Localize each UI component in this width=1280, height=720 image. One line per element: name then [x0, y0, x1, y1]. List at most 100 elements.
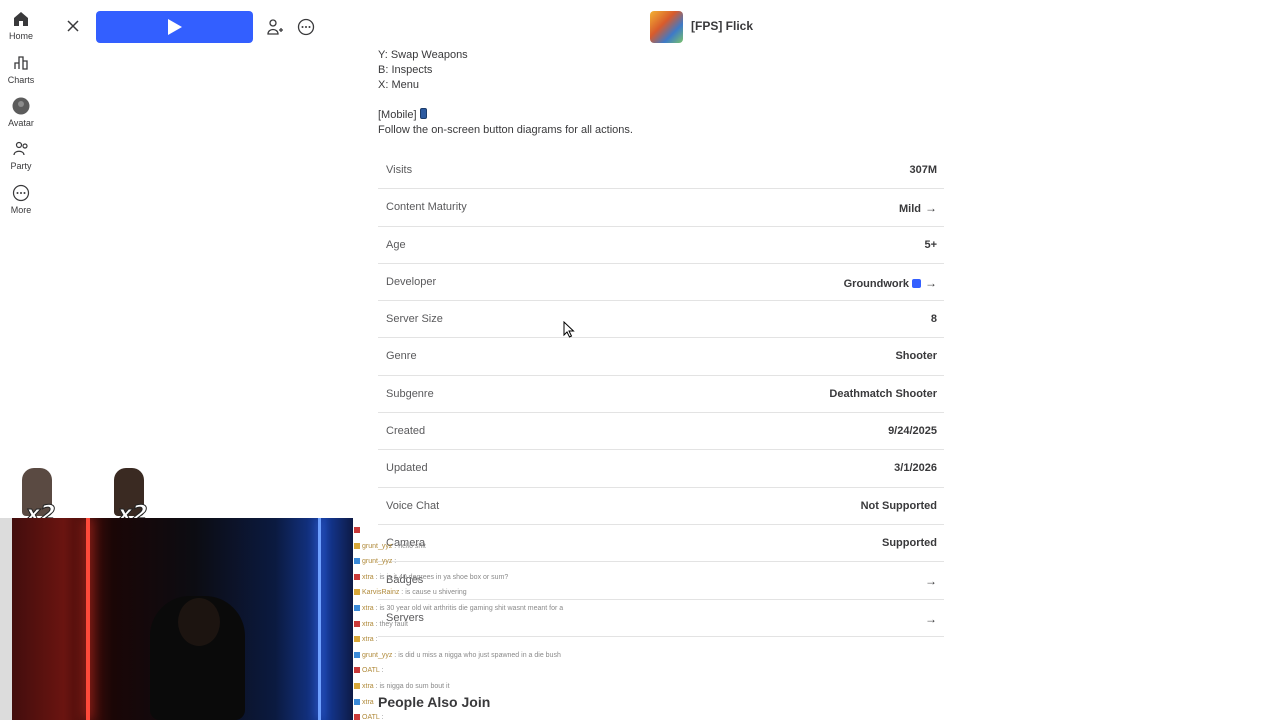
info-row-voice-chat: Voice Chat Not Supported	[378, 488, 944, 525]
nav-home[interactable]: Home	[0, 10, 42, 41]
nav-avatar-label: Avatar	[8, 118, 34, 128]
chat-badge-icon	[354, 620, 360, 627]
chat-text: : they fault	[373, 620, 408, 628]
chat-badge-icon	[354, 682, 360, 689]
info-value: Shooter	[895, 350, 937, 363]
nav-avatar[interactable]: Avatar	[0, 97, 42, 128]
chat-badge-icon	[354, 558, 360, 565]
webcam-overlay	[0, 518, 353, 720]
chat-badge-icon	[354, 698, 360, 705]
chat-username: xtra	[362, 636, 374, 644]
chat-text: :	[379, 667, 384, 675]
nav-more[interactable]: More	[0, 184, 42, 215]
stream-chat-overlay: grunt_yyz : hello shit grunt_yyz : xtra : …	[354, 527, 654, 720]
chat-message: xtra :	[354, 636, 654, 652]
info-key: Subgenre	[386, 387, 434, 400]
nav-party[interactable]: Party	[0, 140, 42, 171]
desc-line: Follow the on-screen button diagrams for…	[378, 124, 633, 136]
chat-text: : is did u miss a nigga who just spawned…	[392, 651, 561, 659]
info-key: Genre	[386, 350, 417, 363]
info-value: 5+	[924, 238, 937, 251]
info-value: 3/1/2026	[894, 462, 937, 475]
chat-message: grunt_yyz :	[354, 558, 654, 574]
chat-username: grunt_yyz	[362, 542, 393, 550]
chat-username: xtra	[362, 682, 374, 690]
chat-username: xtra	[362, 573, 374, 581]
chat-username: OATL	[362, 714, 380, 720]
chat-username: OATL	[362, 667, 380, 675]
chat-message: xtra	[354, 698, 654, 715]
chat-username: KarvisRainz	[362, 589, 400, 597]
chat-badge-icon	[354, 636, 360, 643]
add-friend-icon[interactable]	[264, 17, 284, 37]
desc-gap	[378, 93, 633, 108]
desc-line: Y: Swap Weapons	[378, 49, 468, 61]
chat-text: :	[392, 558, 397, 566]
info-row-age: Age 5+	[378, 227, 944, 264]
party-icon	[13, 141, 28, 156]
stream-overlay-figure: x2	[100, 466, 158, 528]
chat-badge-icon	[354, 573, 360, 580]
chat-message: grunt_yyz : is did u miss a nigga who ju…	[354, 651, 654, 668]
close-button[interactable]	[63, 15, 83, 37]
info-value: 8	[930, 313, 937, 326]
info-value: Mild	[899, 203, 921, 216]
chat-badge-icon	[354, 651, 360, 658]
info-row-subgenre: Subgenre Deathmatch Shooter	[378, 376, 944, 414]
chat-badge-icon	[354, 527, 360, 533]
arrow-right-icon: →	[925, 275, 937, 290]
info-key: Server Size	[386, 313, 443, 326]
chat-text: : is nigga do sum bout it	[373, 682, 450, 690]
chat-text: :	[379, 714, 384, 720]
chat-message: xtra : is nigga do sum bout it	[354, 682, 654, 699]
top-bar: [FPS] Flick	[42, 0, 1280, 54]
chat-username: xtra	[362, 620, 374, 628]
game-title: [FPS] Flick	[691, 19, 754, 33]
nav-more-label: More	[10, 205, 32, 215]
avatar-icon	[12, 97, 30, 115]
chat-badge-icon	[354, 714, 360, 720]
chat-message	[354, 527, 654, 543]
info-row-server-size: Server Size 8	[378, 301, 944, 339]
chat-message: xtra : is 30 year old wit arthritis die …	[354, 604, 654, 621]
info-row-developer[interactable]: Developer Groundwork →	[378, 264, 944, 302]
chat-message: OATL :	[354, 667, 654, 683]
arrow-right-icon: →	[925, 611, 937, 626]
close-icon	[67, 20, 79, 32]
more-icon	[12, 184, 30, 202]
play-button[interactable]	[96, 11, 253, 43]
chat-text: : is cause u shivering	[399, 589, 467, 597]
chat-text: : hello shit	[392, 542, 426, 550]
nav-charts[interactable]: Charts	[0, 54, 42, 85]
mouse-cursor-icon	[563, 321, 575, 338]
stream-overlay-figure: x2	[8, 466, 66, 528]
chat-message: xtra : is is it 40 degrees in ya shoe bo…	[354, 573, 654, 590]
chat-username: xtra	[362, 698, 374, 706]
info-row-content-maturity[interactable]: Content Maturity Mild →	[378, 189, 944, 227]
chat-text: :	[373, 636, 378, 644]
desc-line: X: Menu	[378, 79, 419, 91]
info-value: 9/24/2025	[888, 425, 937, 438]
nav-charts-label: Charts	[7, 75, 35, 85]
desc-line: B: Inspects	[378, 64, 433, 76]
info-key: Visits	[386, 164, 413, 176]
info-key: Content Maturity	[386, 201, 467, 214]
info-key: Created	[386, 425, 426, 438]
desc-line-mobile: [Mobile]	[378, 108, 633, 123]
info-key: Voice Chat	[386, 499, 440, 512]
chat-badge-icon	[354, 589, 360, 596]
chat-message: OATL :	[354, 714, 654, 720]
chat-username: grunt_yyz	[362, 558, 393, 566]
info-key: Updated	[386, 462, 428, 475]
nav-party-label: Party	[10, 161, 32, 171]
info-value: Supported	[882, 536, 937, 549]
chat-message: grunt_yyz : hello shit	[354, 542, 654, 559]
home-icon	[14, 12, 28, 26]
chat-badge-icon	[354, 604, 360, 611]
nav-home-label: Home	[8, 31, 33, 41]
info-key: Age	[386, 238, 406, 251]
info-value: Groundwork	[843, 277, 909, 290]
more-options-icon[interactable]	[296, 17, 316, 37]
info-value: 307M	[909, 164, 937, 176]
verified-badge-icon	[912, 278, 921, 288]
